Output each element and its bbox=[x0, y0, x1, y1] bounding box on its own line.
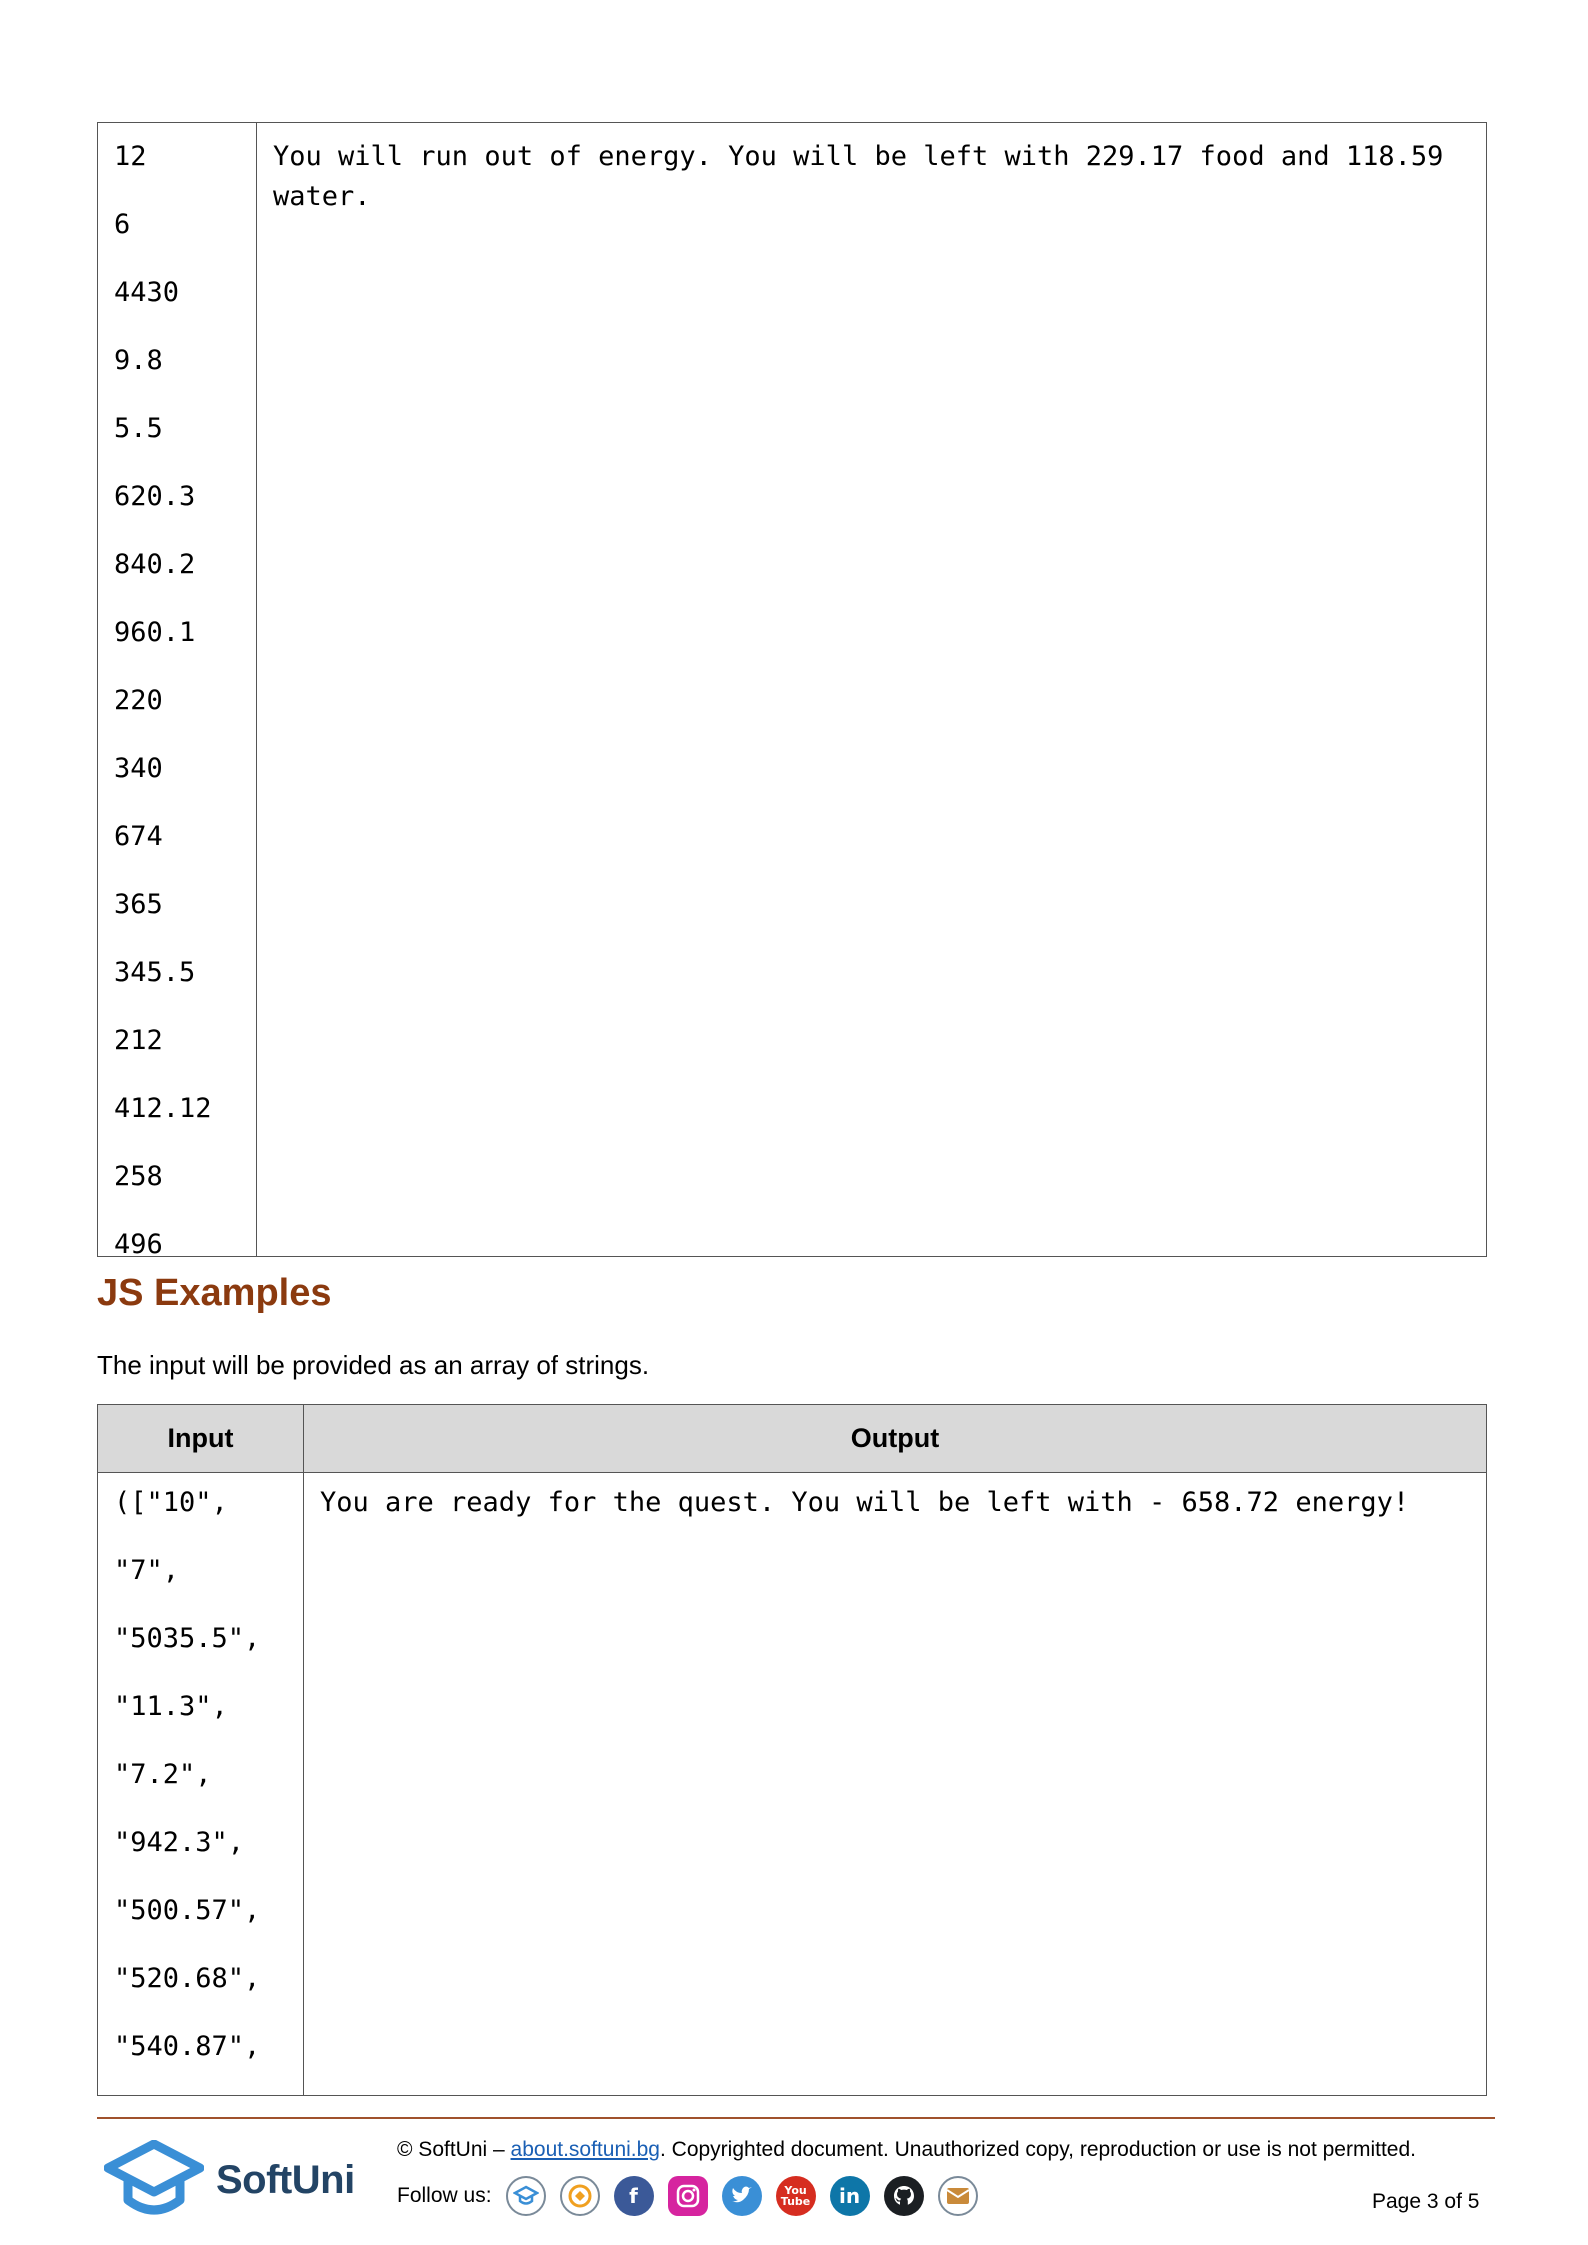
graduation-cap-icon bbox=[104, 2140, 204, 2215]
input-line: 258 bbox=[114, 1161, 163, 1192]
header-output: Output bbox=[850, 1423, 940, 1453]
github-icon[interactable] bbox=[883, 2176, 924, 2216]
example-table-continued: 12 6 4430 9.8 5.5 620.3 840.2 960.1 220 … bbox=[97, 122, 1487, 1260]
section-intro: The input will be provided as an array o… bbox=[97, 1350, 650, 1380]
input-line: 840.2 bbox=[114, 549, 196, 580]
twitter-icon[interactable] bbox=[721, 2176, 762, 2216]
input-line: 960.1 bbox=[114, 617, 196, 648]
input-line: 620.3 bbox=[114, 481, 196, 512]
social-links: Follow us: f You Tube in bbox=[397, 2176, 992, 2216]
footer-divider bbox=[97, 2117, 1495, 2119]
copyright-suffix: . Copyrighted document. Unauthorized cop… bbox=[659, 2138, 1417, 2161]
softuni-logo[interactable]: SoftUni bbox=[104, 2140, 355, 2220]
input-line: "11.3", bbox=[114, 1691, 228, 1722]
input-line: 5.5 bbox=[114, 413, 163, 444]
input-line: 345.5 bbox=[114, 957, 196, 988]
copyright-notice: © SoftUni – about.softuni.bg. Copyrighte… bbox=[397, 2138, 1416, 2162]
input-line: 9.8 bbox=[114, 345, 163, 376]
input-line: 4430 bbox=[114, 277, 180, 308]
input-line: 340 bbox=[114, 753, 163, 784]
input-line: "5035.5", bbox=[114, 1623, 261, 1654]
softuni-icon[interactable] bbox=[505, 2176, 546, 2216]
follow-label: Follow us: bbox=[397, 2184, 492, 2207]
input-line: 12 bbox=[114, 141, 147, 172]
output-cell: You will run out of energy. You will be … bbox=[273, 141, 1444, 212]
input-line: "942.3", bbox=[114, 1827, 245, 1858]
page-number: Page 3 of 5 bbox=[1372, 2190, 1480, 2213]
input-line: "520.68", bbox=[114, 1963, 261, 1994]
output-cell: You are ready for the quest. You will be… bbox=[320, 1487, 1410, 1518]
input-cell: 12 6 4430 9.8 5.5 620.3 840.2 960.1 220 … bbox=[98, 123, 257, 1260]
header-input: Input bbox=[98, 1405, 304, 1472]
logo-text: SoftUni bbox=[216, 2157, 355, 2202]
input-cell: (["10", "7", "5035.5", "11.3", "7.2", "9… bbox=[98, 1473, 304, 2095]
section-heading: JS Examples bbox=[97, 1272, 332, 1314]
about-link[interactable]: about.softuni.bg bbox=[511, 2138, 660, 2161]
input-line: (["10", bbox=[114, 1487, 228, 1518]
input-line: "500.57", bbox=[114, 1895, 261, 1926]
input-line: "7.2", bbox=[114, 1759, 212, 1790]
table-header: Input Output bbox=[98, 1405, 1486, 1473]
facebook-icon[interactable]: f bbox=[613, 2176, 654, 2216]
input-line: 674 bbox=[114, 821, 163, 852]
table-row: (["10", "7", "5035.5", "11.3", "7.2", "9… bbox=[98, 1473, 1486, 2095]
email-icon[interactable] bbox=[937, 2176, 978, 2216]
input-line: 412.12 bbox=[114, 1093, 212, 1124]
youtube-icon[interactable]: You Tube bbox=[775, 2176, 816, 2216]
input-line: 220 bbox=[114, 685, 163, 716]
copyright-prefix: © SoftUni – bbox=[397, 2138, 511, 2161]
input-line: "7", bbox=[114, 1555, 180, 1586]
input-line: 365 bbox=[114, 889, 163, 920]
instagram-icon[interactable] bbox=[667, 2176, 708, 2216]
softuni-creative-icon[interactable] bbox=[559, 2176, 600, 2216]
input-line: 212 bbox=[114, 1025, 163, 1056]
input-line: 6 bbox=[114, 209, 131, 240]
linkedin-icon[interactable]: in bbox=[829, 2176, 870, 2216]
js-example-table: Input Output (["10", "7", "5035.5", "11.… bbox=[97, 1404, 1487, 2096]
input-line: "540.87", bbox=[114, 2031, 261, 2062]
